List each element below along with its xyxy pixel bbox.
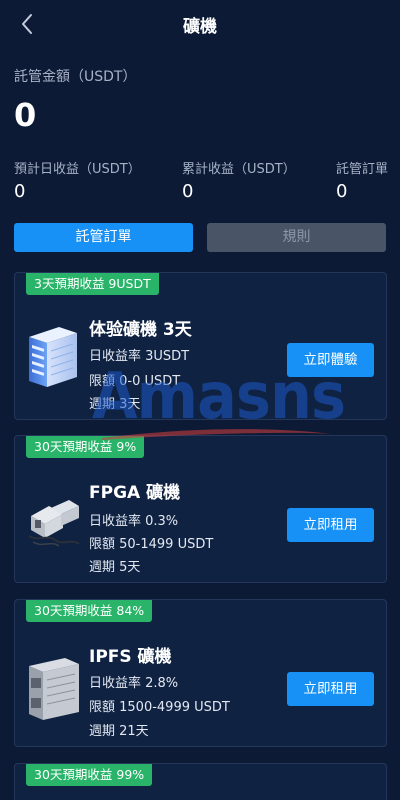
limit-range: 限額 0-0 USDT: [89, 374, 181, 389]
machine-card: 30天預期收益 9% FPGA 礦機 日收益率 0.3% 限額 50-1499 …: [14, 435, 387, 583]
period: 週期 3天: [89, 397, 141, 412]
expected-return-badge: 3天預期收益 9USDT: [26, 273, 159, 295]
stat-value: 0: [336, 181, 348, 202]
fpga-miner-icon: [28, 500, 80, 547]
hosted-orders-button[interactable]: 託管訂單: [14, 223, 193, 252]
rules-button[interactable]: 規則: [207, 223, 386, 252]
rent-now-button[interactable]: 立即租用: [287, 508, 374, 542]
total-value: 0: [14, 96, 37, 134]
stat-label: 託管訂單: [336, 162, 389, 177]
expected-return-badge: 30天預期收益 99%: [26, 764, 153, 786]
daily-yield: 日收益率 0.3%: [89, 514, 179, 529]
stat-orders: 託管訂單 0: [336, 158, 388, 202]
period: 週期 21天: [89, 724, 149, 739]
server-rack-icon: [29, 327, 77, 387]
machine-card: 30天預期收益 84% IPFS 礦機 日收益率 2.8% 限額 1500-49…: [14, 599, 387, 747]
daily-yield: 日收益率 2.8%: [89, 676, 179, 691]
limit-range: 限額 50-1499 USDT: [89, 537, 214, 552]
page-title: 礦機: [183, 17, 217, 37]
header: 礦機: [0, 0, 400, 48]
stat-label: 累計收益（USDT）: [182, 162, 296, 177]
mining-machines-page: 礦機 託管金額（USDT） 0 預計日收益（USDT） 0 累計收益（USDT）…: [0, 0, 400, 800]
total-label: 託管金額（USDT）: [14, 69, 137, 85]
machine-card: 30天預期收益 99%: [14, 763, 387, 800]
expected-return-badge: 30天預期收益 84%: [26, 600, 153, 622]
machine-name: IPFS 礦機: [89, 647, 172, 667]
machine-name: 体验礦機 3天: [89, 320, 192, 340]
rent-now-button[interactable]: 立即租用: [287, 672, 374, 706]
stats-row: 預計日收益（USDT） 0 累計收益（USDT） 0 託管訂單 0: [14, 158, 394, 206]
try-now-button[interactable]: 立即體驗: [287, 343, 374, 377]
stat-value: 0: [14, 181, 26, 202]
stat-daily-estimate: 預計日收益（USDT） 0: [14, 158, 141, 202]
stat-value: 0: [182, 181, 194, 202]
expected-return-badge: 30天預期收益 9%: [26, 436, 145, 458]
ipfs-miner-icon: [29, 658, 79, 720]
stat-cumulative: 累計收益（USDT） 0: [182, 158, 296, 202]
limit-range: 限額 1500-4999 USDT: [89, 700, 230, 715]
daily-yield: 日收益率 3USDT: [89, 349, 190, 364]
machine-name: FPGA 礦機: [89, 483, 181, 503]
stat-label: 預計日收益（USDT）: [14, 162, 141, 177]
period: 週期 5天: [89, 560, 141, 575]
machine-card: 3天預期收益 9USDT 体验礦機 3天 日收益率 3USDT 限額 0-0 U…: [14, 272, 387, 420]
